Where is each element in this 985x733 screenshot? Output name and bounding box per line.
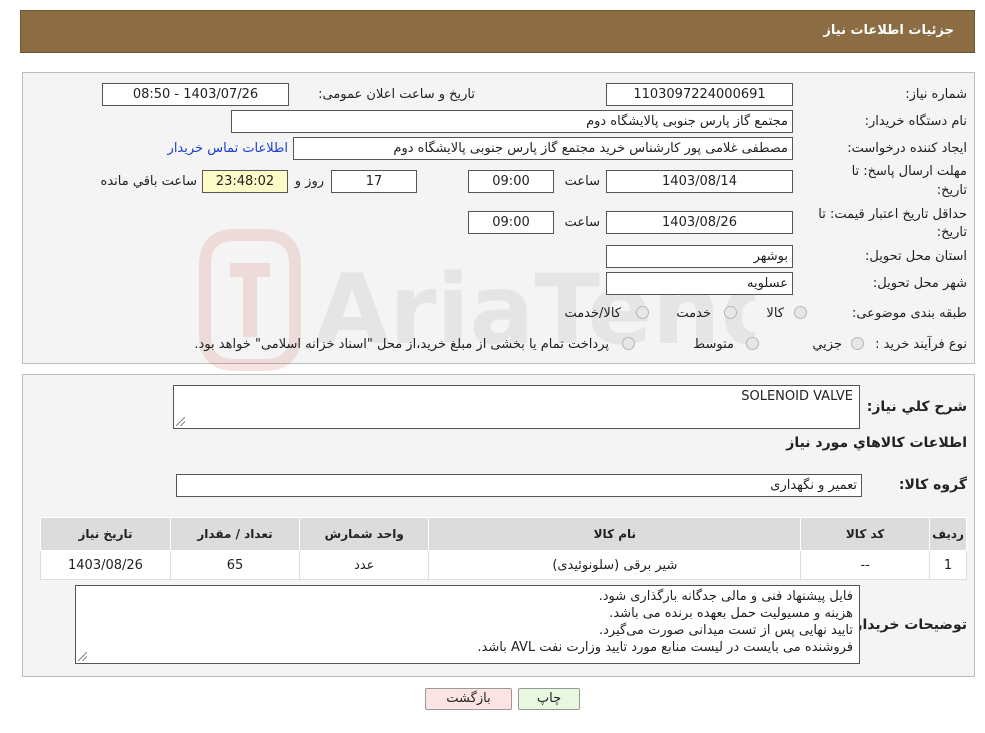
resize-grip-icon[interactable] <box>176 417 185 426</box>
province-label: استان محل تحویل: <box>865 249 967 264</box>
col-code-header: کد کالا <box>800 517 931 551</box>
category-radio-goods-service[interactable] <box>636 306 649 319</box>
city-label: شهر محل تحویل: <box>872 276 967 291</box>
validity-date-field[interactable]: 1403/08/26 <box>606 211 793 234</box>
cell-name: شیر برقی (سلونوئیدی) <box>428 550 802 580</box>
category-radio-goods[interactable] <box>794 306 807 319</box>
table-row[interactable]: 1 -- شیر برقی (سلونوئیدی) عدد 65 1403/08… <box>40 550 967 580</box>
category-radio-service[interactable] <box>724 306 737 319</box>
page-header: جزئیات اطلاعات نیاز <box>20 10 975 53</box>
buyer-notes-textarea[interactable]: فایل پیشنهاد فنی و مالی جدگانه بارگذاری … <box>75 585 860 664</box>
buyer-contact-link[interactable]: اطلاعات تماس خریدار <box>168 141 288 156</box>
group-label: گروه کالا: <box>898 477 967 493</box>
creator-label: ایجاد کننده درخواست: <box>847 141 967 156</box>
col-row-header: ردیف <box>929 517 967 551</box>
print-button[interactable]: چاپ <box>518 688 580 710</box>
col-name-header: نام کالا <box>428 517 802 551</box>
items-table: ردیف کد کالا نام کالا واحد شمارش تعداد /… <box>40 517 967 580</box>
cell-code: -- <box>800 550 931 580</box>
buyer-org-label: نام دستگاه خریدار: <box>864 114 967 129</box>
process-option-medium: متوسط <box>693 337 734 352</box>
province-field[interactable]: بوشهر <box>606 245 793 268</box>
need-number-label: شماره نیاز: <box>905 87 967 102</box>
treasury-payment-checkbox[interactable] <box>622 337 635 350</box>
validity-label: حداقل تاریخ اعتبار قیمت: تا <box>818 207 967 222</box>
description-text: SOLENOID VALVE <box>741 389 853 404</box>
resize-grip-icon[interactable] <box>78 652 87 661</box>
validity-time-field[interactable]: 09:00 <box>468 211 554 234</box>
process-radio-minor[interactable] <box>851 337 864 350</box>
process-radio-medium[interactable] <box>746 337 759 350</box>
note-line: هزینه و مسیولیت حمل بعهده برنده می باشد. <box>609 606 853 621</box>
remaining-time-field[interactable]: 23:48:02 <box>202 170 288 193</box>
back-button[interactable]: بازگشت <box>425 688 512 710</box>
creator-field[interactable]: مصطفی غلامی پور کارشناس خرید مجتمع گاز پ… <box>293 137 793 160</box>
col-date-header: تاریخ نیاز <box>40 517 171 551</box>
category-option-service: خدمت <box>676 306 711 321</box>
remaining-label: ساعت باقي مانده <box>100 174 197 189</box>
deadline-label: مهلت ارسال پاسخ: تا <box>851 164 967 179</box>
announce-label: تاریخ و ساعت اعلان عمومی: <box>318 87 475 102</box>
cell-unit: عدد <box>299 550 430 580</box>
buyer-notes-label: توضیحات خریدار: <box>848 617 967 633</box>
category-option-goods: کالا <box>766 306 784 321</box>
days-label: روز و <box>294 174 324 189</box>
note-line: فایل پیشنهاد فنی و مالی جدگانه بارگذاری … <box>598 589 853 604</box>
remaining-days-field[interactable]: 17 <box>331 170 417 193</box>
deadline-date-field[interactable]: 1403/08/14 <box>606 170 793 193</box>
cell-quantity: 65 <box>169 550 301 580</box>
page-title: جزئیات اطلاعات نیاز <box>823 23 954 38</box>
need-number-field[interactable]: 1103097224000691 <box>606 83 793 106</box>
validity-label-date: تاریخ: <box>936 225 967 240</box>
col-qty-header: تعداد / مقدار <box>169 517 301 551</box>
items-table-header: ردیف کد کالا نام کالا واحد شمارش تعداد /… <box>40 517 967 551</box>
category-label: طبقه بندی موضوعی: <box>851 306 967 321</box>
category-option-goods-service: کالا/خدمت <box>564 306 621 321</box>
note-line: تایید نهایی پس از تست میدانی صورت می‌گیر… <box>598 623 853 638</box>
cell-need-date: 1403/08/26 <box>40 550 171 580</box>
city-field[interactable]: عسلویه <box>606 272 793 295</box>
validity-time-label: ساعت <box>564 215 600 230</box>
description-textarea[interactable]: SOLENOID VALVE <box>173 385 860 429</box>
items-heading: اطلاعات کالاهاي مورد نیاز <box>786 435 967 451</box>
deadline-time-label: ساعت <box>564 174 600 189</box>
note-line: فروشنده می بایست در لیست منابع مورد تایی… <box>477 640 853 655</box>
process-type-label: نوع فرآیند خرید : <box>875 337 967 352</box>
cell-row-number: 1 <box>929 550 967 580</box>
deadline-label-date: تاریخ: <box>936 183 967 198</box>
description-label: شرح کلي نیاز: <box>866 399 967 415</box>
process-payment-note: پرداخت تمام یا بخشی از مبلغ خرید،از محل … <box>194 337 609 352</box>
deadline-time-field[interactable]: 09:00 <box>468 170 554 193</box>
col-unit-header: واحد شمارش <box>299 517 430 551</box>
buyer-org-field[interactable]: مجتمع گاز پارس جنوبی پالایشگاه دوم <box>231 110 793 133</box>
group-field[interactable]: تعمیر و نگهداری <box>176 474 862 497</box>
announce-datetime-field[interactable]: 1403/07/26 - 08:50 <box>102 83 289 106</box>
process-option-minor: جزیي <box>812 337 842 352</box>
